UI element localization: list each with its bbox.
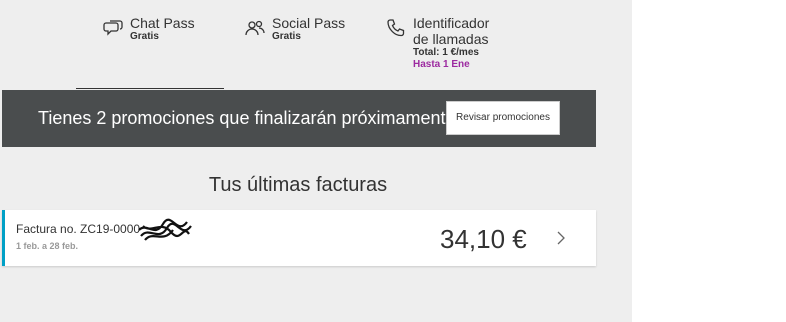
benefit-sub: Gratis <box>272 31 301 42</box>
app-panel: Chat Pass Gratis Social Pass Gratis Iden… <box>0 0 632 322</box>
active-tab-underline <box>76 88 224 89</box>
benefit-title: Chat Pass <box>130 15 195 31</box>
people-icon <box>244 17 266 39</box>
blank-area <box>632 0 786 322</box>
benefit-title-line2: de llamadas <box>413 31 489 47</box>
invoice-row[interactable]: Factura no. ZC19-0000 1 feb. a 28 feb. 3… <box>2 210 596 266</box>
benefit-promo: Hasta 1 Ene <box>413 59 470 70</box>
phone-icon <box>385 17 407 39</box>
invoice-label: Factura no. ZC19-0000 <box>16 222 141 236</box>
review-promotions-button[interactable]: Revisar promociones <box>446 101 560 135</box>
benefit-sub: Gratis <box>130 31 159 42</box>
benefit-sub: Total: 1 €/mes <box>413 47 479 58</box>
benefit-chat-pass[interactable]: Chat Pass Gratis <box>102 15 195 43</box>
promo-text: Tienes 2 promociones que finalizarán pró… <box>38 108 456 128</box>
invoice-amount: 34,10 € <box>440 224 527 254</box>
benefit-title: Social Pass <box>272 15 346 31</box>
chat-icon <box>102 17 124 39</box>
benefit-caller-id[interactable]: Identificador de llamadas Total: 1 €/mes… <box>385 15 489 71</box>
redaction-scribble <box>138 218 192 241</box>
benefit-title-line1: Identificador <box>413 15 490 31</box>
benefit-social-pass[interactable]: Social Pass Gratis <box>244 15 345 43</box>
invoice-dates: 1 feb. a 28 feb. <box>16 241 79 251</box>
promo-banner: Tienes 2 promociones que finalizarán pró… <box>2 90 596 147</box>
invoices-title: Tus últimas facturas <box>208 174 388 196</box>
chevron-right-icon <box>557 231 565 245</box>
